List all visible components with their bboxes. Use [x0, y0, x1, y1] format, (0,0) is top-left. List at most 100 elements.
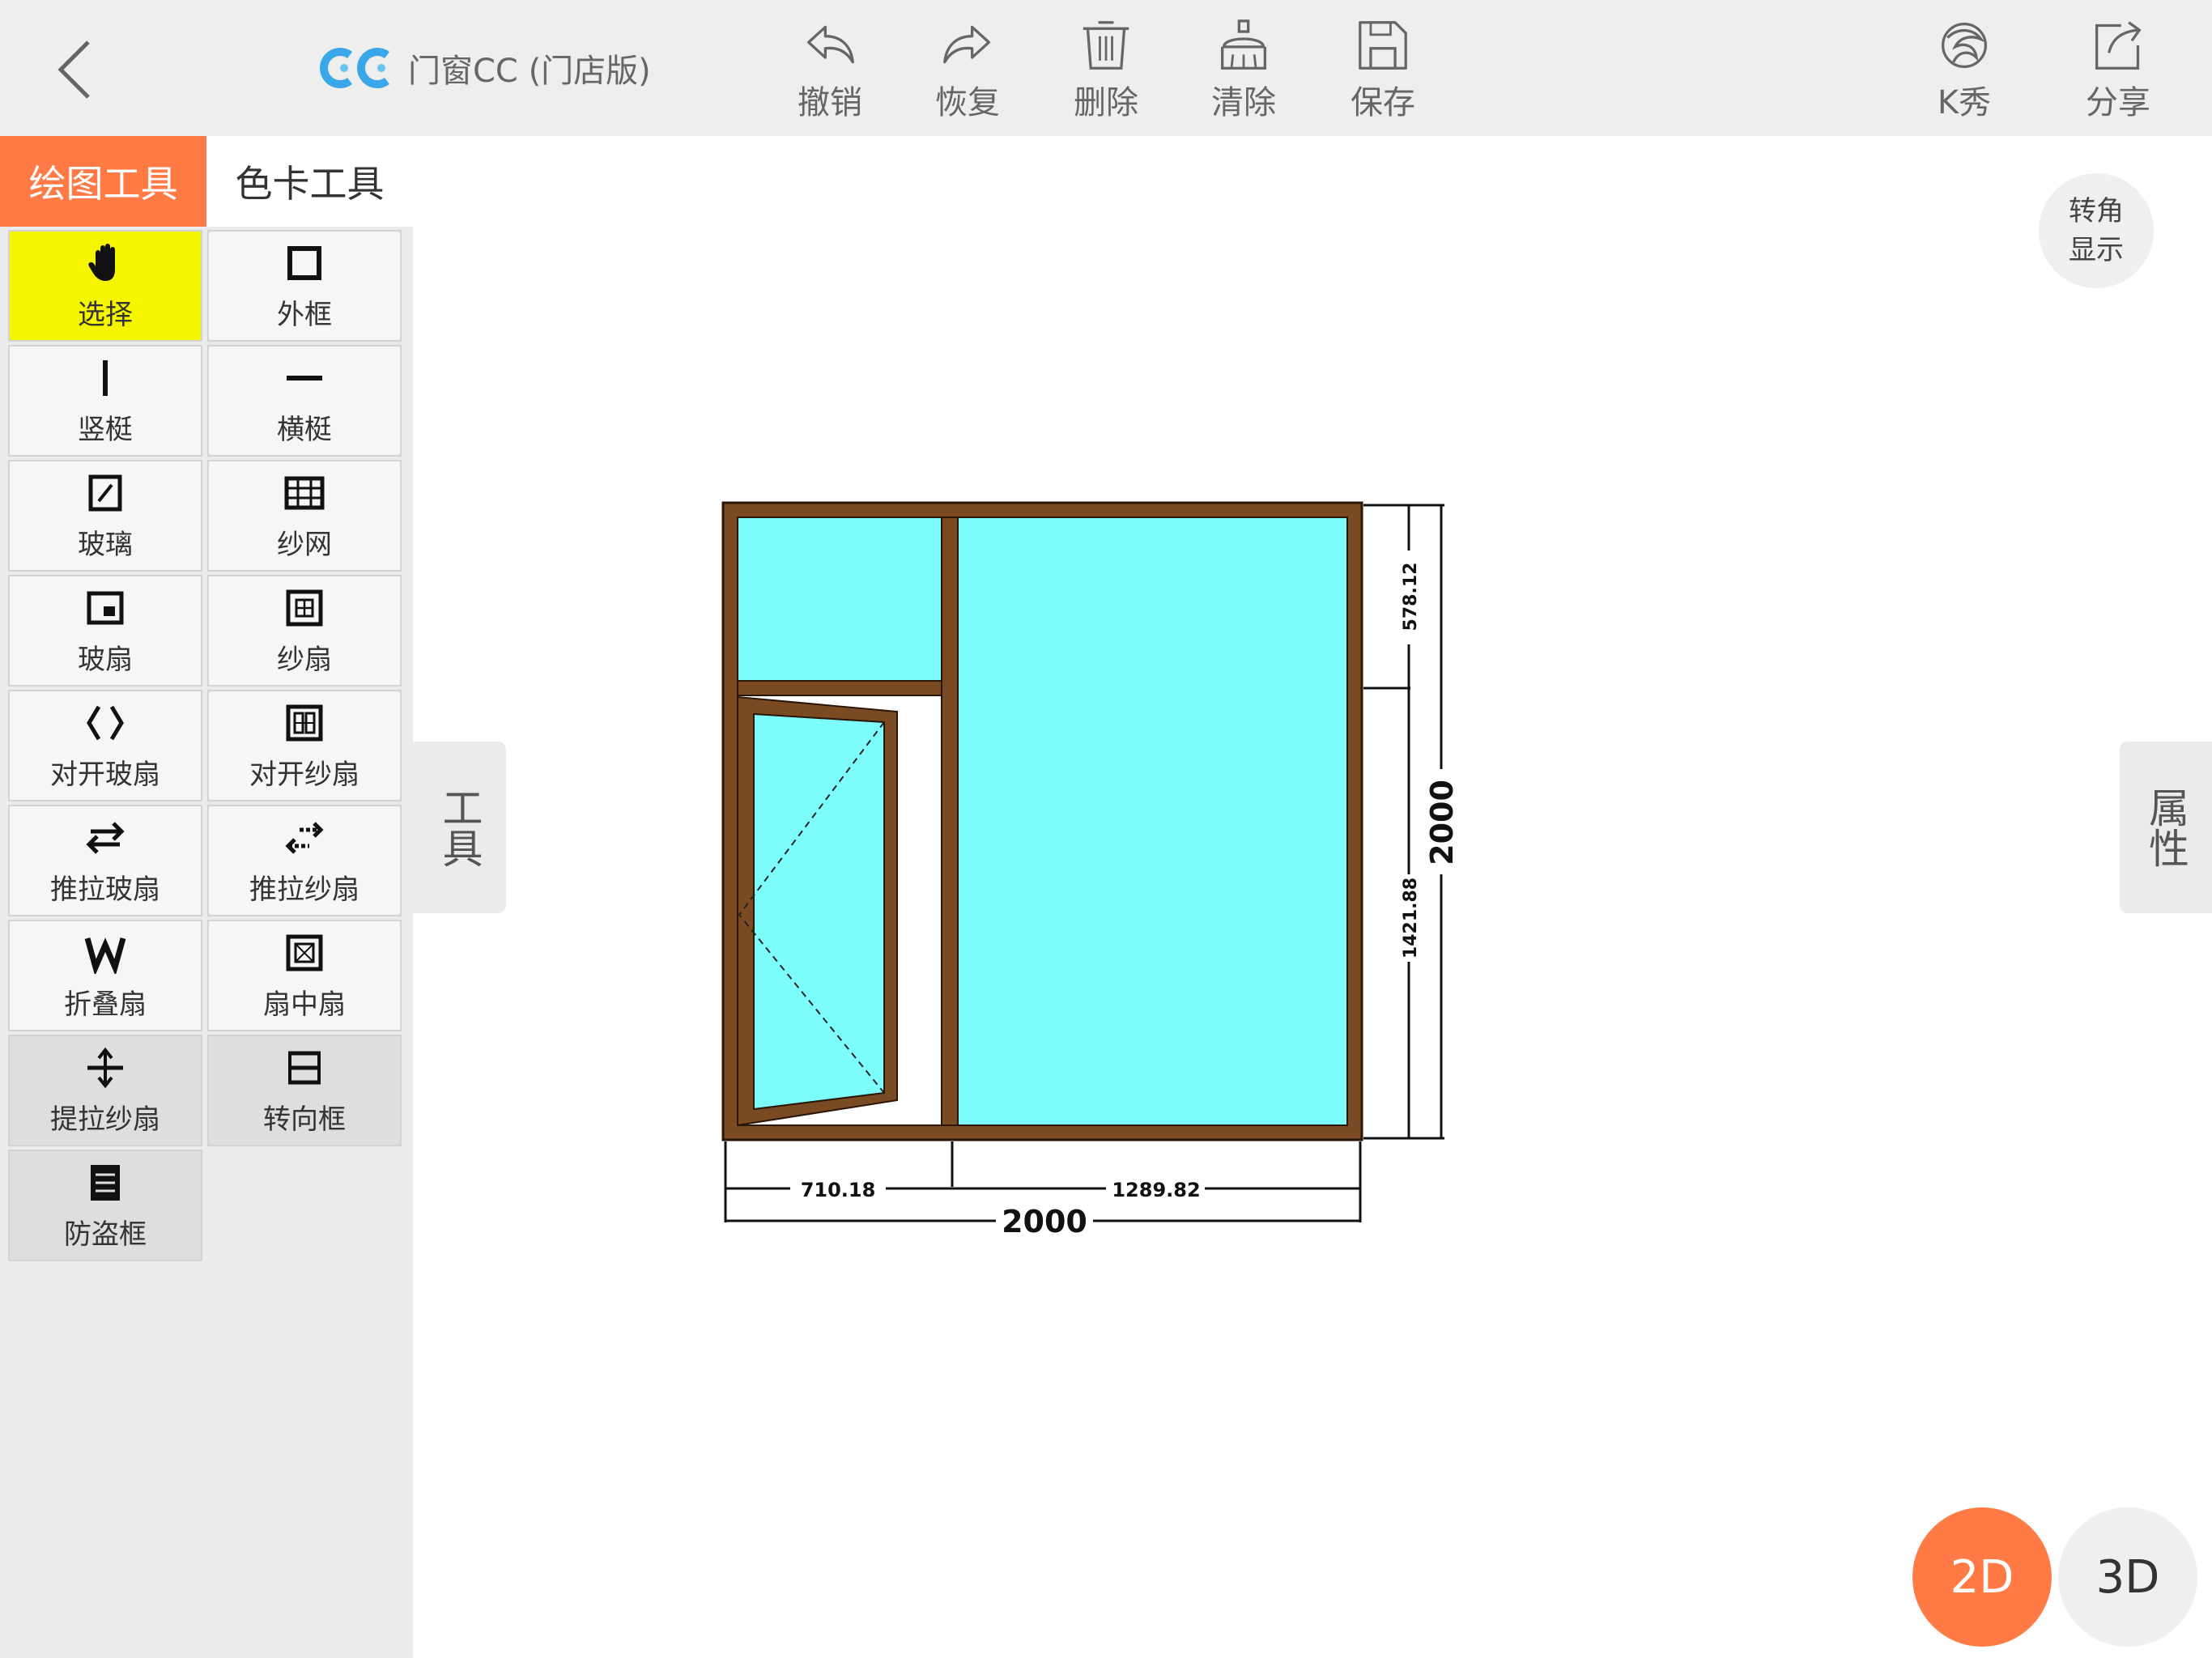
tool-outer-frame-label: 外框 [277, 298, 332, 331]
app-title: 门窗CC (门店版) [408, 53, 651, 90]
delete-label: 删除 [1074, 84, 1138, 121]
tool-lift-screen-sash[interactable]: 提拉纱扇 [8, 1035, 202, 1146]
tool-screen-mesh-label: 纱网 [277, 528, 332, 561]
tool-double-glass-sash[interactable]: 对开玻扇 [8, 690, 202, 801]
sliding-glass-sash-icon [86, 821, 125, 854]
redo-button[interactable]: 恢复 [911, 19, 1024, 123]
tool-sash-in-sash-label: 扇中扇 [263, 988, 346, 1021]
view-2d-button[interactable]: 2D [1912, 1507, 2052, 1647]
tool-select-label: 选择 [78, 298, 133, 331]
tool-sliding-screen-sash[interactable]: 推拉纱扇 [207, 805, 402, 916]
kshow-label: K秀 [1937, 84, 1992, 121]
tool-glass-sash-label: 玻扇 [78, 643, 133, 676]
delete-button[interactable]: 删除 [1049, 19, 1163, 123]
outer-frame-icon [287, 245, 321, 280]
tool-screen-sash-label: 纱扇 [277, 643, 332, 676]
corner-display-toggle[interactable]: 转角显示 [2039, 173, 2154, 288]
hand-icon [88, 243, 115, 281]
undo-icon [807, 25, 854, 64]
dim-total-width: 2000 [1002, 1204, 1087, 1239]
tool-vertical-mullion-label: 竖梃 [78, 413, 133, 446]
tool-folding-sash-label: 折叠扇 [64, 988, 147, 1021]
vertical-mullion-icon [103, 359, 108, 396]
sash-in-sash-icon [286, 934, 323, 971]
dim-bottom-height: 1421.88 [1401, 878, 1421, 959]
tool-sliding-screen-sash-label: 推拉纱扇 [249, 873, 359, 906]
share-button[interactable]: 分享 [2061, 19, 2175, 123]
back-button[interactable] [42, 29, 107, 110]
tool-folding-sash[interactable]: 折叠扇 [8, 920, 202, 1031]
tool-horizontal-mullion[interactable]: 横梃 [207, 345, 402, 457]
clear-label: 清除 [1211, 84, 1276, 121]
tool-sliding-glass-sash[interactable]: 推拉玻扇 [8, 805, 202, 916]
save-icon [1359, 21, 1407, 70]
glass-pane-top-left[interactable] [737, 517, 942, 682]
tool-glass-sash[interactable]: 玻扇 [8, 575, 202, 687]
clear-button[interactable]: 清除 [1187, 19, 1300, 123]
tool-screen-sash[interactable]: 纱扇 [207, 575, 402, 687]
app-logo: 门窗CC (门店版) [317, 39, 651, 97]
tab-drawing-tools[interactable]: 绘图工具 [0, 136, 206, 227]
tool-sliding-glass-sash-label: 推拉玻扇 [50, 873, 160, 906]
vertical-mullion[interactable] [941, 517, 959, 1126]
tool-sash-in-sash[interactable]: 扇中扇 [207, 920, 402, 1031]
horizontal-mullion-icon [287, 375, 322, 380]
tool-double-screen-sash-label: 对开纱扇 [249, 758, 359, 791]
height-dimensions [1363, 504, 1444, 1140]
save-label: 保存 [1351, 84, 1415, 121]
opening-bottom-left[interactable] [737, 695, 942, 1126]
window-drawing[interactable]: 710.18 1289.82 2000 578.12 1421.88 2000 [721, 501, 1460, 1239]
tool-glass-label: 玻璃 [78, 528, 133, 561]
tab-color-tools[interactable]: 色卡工具 [206, 136, 413, 227]
top-toolbar: 门窗CC (门店版) 撤销 恢复 删除 清除 保存 K秀 分享 [0, 0, 2212, 136]
security-frame-icon [91, 1164, 120, 1201]
opening-direction-lines [738, 721, 885, 1094]
sliding-screen-sash-icon [285, 821, 324, 854]
save-button[interactable]: 保存 [1326, 19, 1440, 123]
tool-screen-mesh[interactable]: 纱网 [207, 460, 402, 572]
tool-outer-frame[interactable]: 外框 [207, 230, 402, 342]
double-glass-sash-icon [87, 705, 124, 740]
broom-icon [1221, 19, 1266, 70]
tool-security-frame-label: 防盗框 [64, 1218, 147, 1251]
glass-icon [88, 474, 122, 511]
kshow-icon [1942, 23, 1987, 68]
redo-label: 恢复 [935, 84, 1000, 121]
double-screen-sash-icon [286, 704, 323, 741]
width-dimensions [724, 1141, 1362, 1222]
dim-top-height: 578.12 [1401, 563, 1421, 631]
lift-screen-sash-icon [87, 1047, 123, 1088]
kshow-button[interactable]: K秀 [1908, 19, 2021, 123]
trash-icon [1083, 21, 1129, 70]
tool-panel: 绘图工具 色卡工具 选择 外框 竖梃 横梃 玻璃 纱网 玻扇 纱扇 对开玻扇 对… [0, 136, 413, 1658]
dim-total-height: 2000 [1424, 780, 1460, 865]
share-label: 分享 [2086, 84, 2150, 121]
panel-tabs: 绘图工具 色卡工具 [0, 136, 413, 227]
tool-glass[interactable]: 玻璃 [8, 460, 202, 572]
tool-lift-screen-sash-label: 提拉纱扇 [50, 1103, 160, 1136]
screen-sash-icon [286, 589, 323, 626]
tool-horizontal-mullion-label: 横梃 [277, 413, 332, 446]
properties-drawer-toggle[interactable]: 属性 [2120, 742, 2212, 913]
share-icon [2095, 21, 2142, 70]
tool-vertical-mullion[interactable]: 竖梃 [8, 345, 202, 457]
chevron-left-icon [57, 40, 90, 99]
view-3d-button[interactable]: 3D [2058, 1507, 2197, 1647]
undo-button[interactable]: 撤销 [773, 19, 887, 123]
tool-double-glass-sash-label: 对开玻扇 [50, 758, 160, 791]
corner-display-label: 转角显示 [2069, 195, 2124, 266]
turning-frame-icon [288, 1051, 321, 1084]
casement-sash[interactable] [737, 695, 898, 1127]
outer-frame[interactable] [721, 501, 1363, 1141]
casement-glass[interactable] [753, 712, 885, 1111]
tool-security-frame[interactable]: 防盗框 [8, 1150, 202, 1261]
glass-pane-right[interactable] [957, 517, 1348, 1126]
tool-double-screen-sash[interactable]: 对开纱扇 [207, 690, 402, 801]
tools-drawer-toggle[interactable]: 工具 [413, 742, 506, 913]
horizontal-mullion[interactable] [737, 680, 942, 696]
screen-mesh-icon [284, 476, 325, 509]
dim-right-width: 1289.82 [1112, 1179, 1200, 1201]
tool-turning-frame-label: 转向框 [263, 1103, 346, 1136]
tool-select[interactable]: 选择 [8, 230, 202, 342]
tool-turning-frame[interactable]: 转向框 [207, 1035, 402, 1146]
